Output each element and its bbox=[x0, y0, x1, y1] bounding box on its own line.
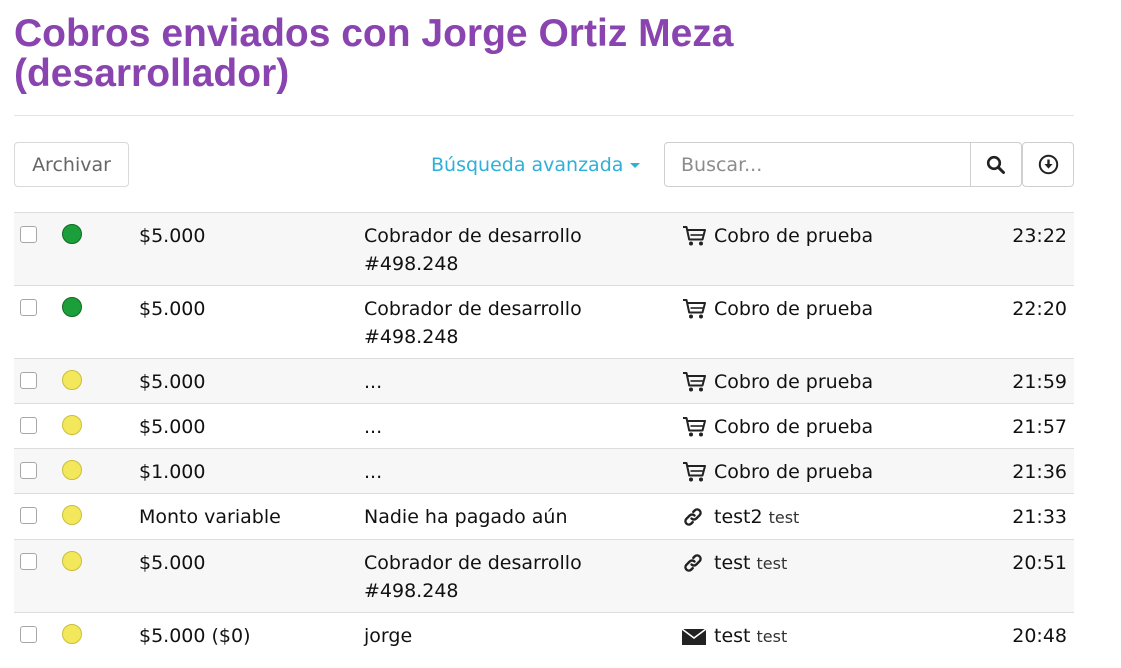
row-checkbox[interactable] bbox=[20, 417, 37, 434]
payments-table: $5.000 Cobrador de desarrollo #498.248 Co… bbox=[14, 212, 1074, 658]
table-row[interactable]: $5.000 Cobrador de desarrollo #498.248 te… bbox=[14, 539, 1074, 613]
search-button[interactable] bbox=[970, 142, 1022, 187]
payer-cell: Cobrador de desarrollo #498.248 bbox=[364, 212, 682, 286]
table-row[interactable]: Monto variable Nadie ha pagado aún test2… bbox=[14, 493, 1074, 540]
link-icon bbox=[682, 549, 708, 577]
page-title: Cobros enviados con Jorge Ortiz Meza (de… bbox=[14, 14, 1074, 94]
time-cell: 21:59 bbox=[1012, 358, 1074, 404]
row-checkbox[interactable] bbox=[20, 553, 37, 570]
time-cell: 23:22 bbox=[1012, 212, 1074, 286]
page-title-line-2: (desarrollador) bbox=[14, 52, 290, 95]
advanced-search-toggle[interactable]: Búsqueda avanzada bbox=[431, 152, 641, 178]
caret-down-icon bbox=[630, 163, 641, 168]
time-cell: 21:36 bbox=[1012, 448, 1074, 494]
time-cell: 20:51 bbox=[1012, 539, 1074, 613]
table-row[interactable]: $5.000 Cobrador de desarrollo #498.248 Co… bbox=[14, 212, 1074, 286]
payer-cell: ... bbox=[364, 358, 682, 404]
status-dot bbox=[62, 224, 82, 244]
search-input[interactable] bbox=[664, 142, 971, 187]
download-circle-icon bbox=[1038, 154, 1058, 175]
payer-name: Cobrador de desarrollo bbox=[364, 225, 582, 247]
table-row[interactable]: $5.000 ($0) jorge test test 20:48 bbox=[14, 612, 1074, 658]
payer-cell: ... bbox=[364, 403, 682, 449]
payer-cell: Cobrador de desarrollo #498.248 bbox=[364, 285, 682, 359]
payer-cell: Cobrador de desarrollo #498.248 bbox=[364, 539, 682, 613]
concept-text: Cobro de prueba bbox=[714, 225, 874, 247]
concept-text: test test bbox=[714, 625, 788, 647]
concept-text: Cobro de prueba bbox=[714, 371, 874, 393]
table-row[interactable]: $5.000 Cobrador de desarrollo #498.248 Co… bbox=[14, 285, 1074, 359]
concept-subtext: test bbox=[768, 508, 800, 527]
payer-name: Nadie ha pagado aún bbox=[364, 506, 568, 528]
concept-text: test2 test bbox=[714, 506, 800, 528]
payer-name: ... bbox=[364, 371, 383, 393]
amount-cell: $5.000 bbox=[139, 539, 364, 613]
time-cell: 21:57 bbox=[1012, 403, 1074, 449]
time-cell: 20:48 bbox=[1012, 612, 1074, 658]
row-checkbox[interactable] bbox=[20, 626, 37, 643]
concept-text: test test bbox=[714, 552, 788, 574]
status-dot bbox=[62, 624, 82, 644]
payer-name: Cobrador de desarrollo bbox=[364, 552, 582, 574]
time-cell: 21:33 bbox=[1012, 493, 1074, 540]
cart-icon bbox=[682, 458, 708, 486]
table-row[interactable]: $5.000 ... Cobro de prueba 21:57 bbox=[14, 403, 1074, 449]
amount-cell: $5.000 bbox=[139, 212, 364, 286]
status-dot bbox=[62, 505, 82, 525]
cart-icon bbox=[682, 413, 708, 441]
row-checkbox[interactable] bbox=[20, 372, 37, 389]
envelope-icon bbox=[682, 622, 708, 650]
amount-cell: $1.000 bbox=[139, 448, 364, 494]
status-dot bbox=[62, 370, 82, 390]
row-checkbox[interactable] bbox=[20, 462, 37, 479]
payer-cell: jorge bbox=[364, 612, 682, 658]
status-dot bbox=[62, 297, 82, 317]
payer-name: ... bbox=[364, 416, 383, 438]
row-checkbox[interactable] bbox=[20, 226, 37, 243]
amount-cell: $5.000 bbox=[139, 358, 364, 404]
table-row[interactable]: $5.000 ... Cobro de prueba 21:59 bbox=[14, 358, 1074, 404]
concept-subtext: test bbox=[756, 554, 788, 573]
link-icon bbox=[682, 503, 708, 531]
payer-cell: Nadie ha pagado aún bbox=[364, 493, 682, 540]
time-cell: 22:20 bbox=[1012, 285, 1074, 359]
advanced-search-label: Búsqueda avanzada bbox=[431, 154, 624, 176]
cart-icon bbox=[682, 368, 708, 396]
concept-text: Cobro de prueba bbox=[714, 298, 874, 320]
payer-number: #498.248 bbox=[364, 326, 459, 348]
table-row[interactable]: $1.000 ... Cobro de prueba 21:36 bbox=[14, 448, 1074, 494]
amount-cell: $5.000 ($0) bbox=[139, 612, 364, 658]
payer-name: jorge bbox=[364, 625, 413, 647]
page-title-line-1: Cobros enviados con Jorge Ortiz Meza bbox=[14, 12, 734, 55]
header-divider bbox=[14, 115, 1074, 116]
payer-cell: ... bbox=[364, 448, 682, 494]
concept-subtext: test bbox=[756, 627, 788, 646]
row-checkbox[interactable] bbox=[20, 507, 37, 524]
payer-number: #498.248 bbox=[364, 580, 459, 602]
row-checkbox[interactable] bbox=[20, 299, 37, 316]
amount-cell: $5.000 bbox=[139, 403, 364, 449]
amount-cell: $5.000 bbox=[139, 285, 364, 359]
status-dot bbox=[62, 415, 82, 435]
status-dot bbox=[62, 460, 82, 480]
concept-text: Cobro de prueba bbox=[714, 416, 874, 438]
concept-text: Cobro de prueba bbox=[714, 461, 874, 483]
status-dot bbox=[62, 551, 82, 571]
payer-name: Cobrador de desarrollo bbox=[364, 298, 582, 320]
payer-name: ... bbox=[364, 461, 383, 483]
cart-icon bbox=[682, 222, 708, 250]
archive-button[interactable]: Archivar bbox=[14, 142, 129, 187]
cart-icon bbox=[682, 295, 708, 323]
download-button[interactable] bbox=[1022, 142, 1074, 187]
search-icon bbox=[986, 155, 1005, 174]
payer-number: #498.248 bbox=[364, 253, 459, 275]
amount-cell: Monto variable bbox=[139, 493, 364, 540]
